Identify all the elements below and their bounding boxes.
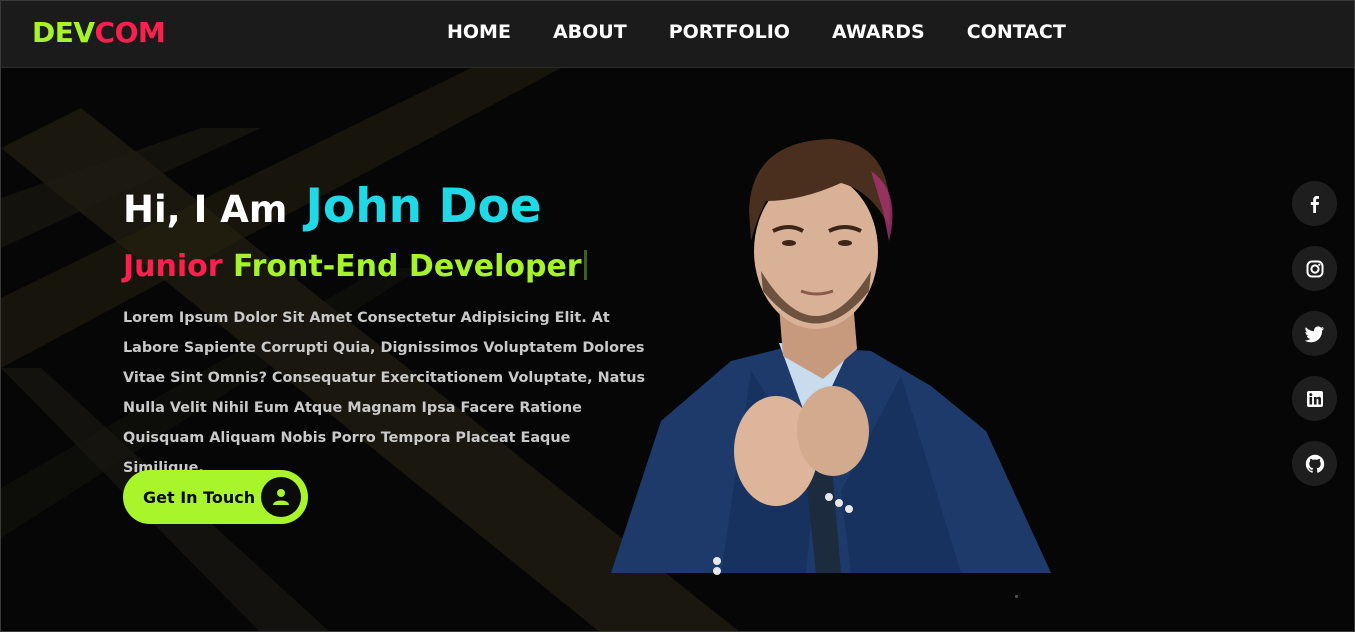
page: DEVCOM HOME ABOUT PORTFOLIO AWARDS CONTA… bbox=[0, 0, 1355, 632]
hero-role: Junior Front-End Developer bbox=[123, 249, 587, 284]
get-in-touch-button[interactable]: Get In Touch bbox=[123, 470, 308, 524]
facebook-icon[interactable] bbox=[1292, 181, 1337, 226]
typing-caret bbox=[583, 250, 587, 280]
top-navbar: DEVCOM HOME ABOUT PORTFOLIO AWARDS CONTA… bbox=[1, 1, 1354, 68]
nav-about[interactable]: ABOUT bbox=[553, 21, 627, 43]
instagram-icon[interactable] bbox=[1292, 246, 1337, 291]
nav-contact[interactable]: CONTACT bbox=[967, 21, 1066, 43]
nav-home[interactable]: HOME bbox=[447, 21, 511, 43]
hero-name: John Doe bbox=[305, 179, 542, 234]
scroll-dot bbox=[1015, 595, 1018, 598]
social-links bbox=[1292, 181, 1337, 506]
brand-logo-part2: COM bbox=[94, 16, 166, 49]
github-icon[interactable] bbox=[1292, 441, 1337, 486]
nav-awards[interactable]: AWARDS bbox=[832, 21, 925, 43]
brand-logo[interactable]: DEVCOM bbox=[32, 16, 166, 49]
twitter-icon[interactable] bbox=[1292, 311, 1337, 356]
main-nav: HOME ABOUT PORTFOLIO AWARDS CONTACT bbox=[447, 21, 1108, 43]
role-main: Front-End Developer bbox=[233, 249, 582, 284]
nav-portfolio[interactable]: PORTFOLIO bbox=[669, 21, 790, 43]
get-in-touch-label: Get In Touch bbox=[143, 487, 256, 507]
profile-photo bbox=[611, 139, 1051, 575]
hero-bio: Lorem Ipsum Dolor Sit Amet Consectetur A… bbox=[123, 310, 646, 476]
linkedin-icon[interactable] bbox=[1292, 376, 1337, 421]
brand-logo-part1: DEV bbox=[32, 16, 95, 49]
hero-title: Hi, I Am John Doe bbox=[123, 179, 542, 234]
role-prefix: Junior bbox=[123, 249, 223, 284]
hero-greeting: Hi, I Am bbox=[123, 188, 288, 231]
user-icon bbox=[261, 477, 301, 517]
